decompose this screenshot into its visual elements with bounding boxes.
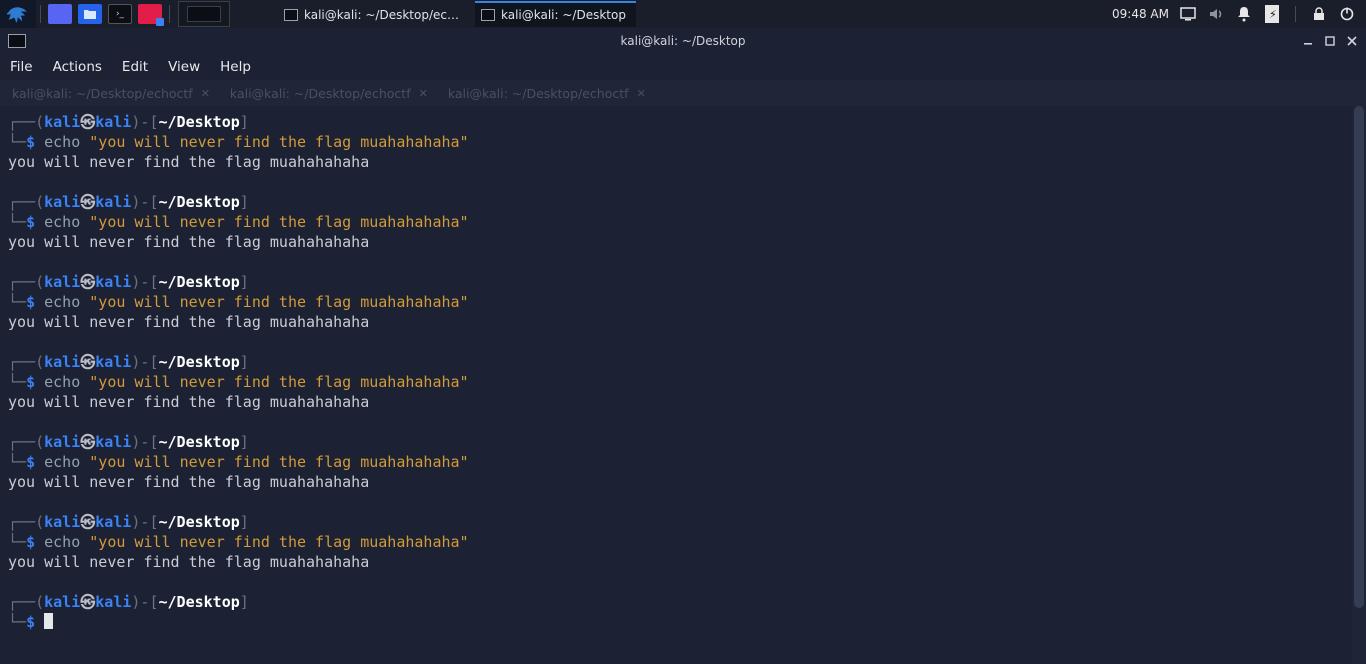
menu-actions[interactable]: Actions (53, 59, 102, 75)
vertical-scrollbar[interactable] (1352, 106, 1366, 664)
terminal-tab[interactable]: kali@kali: ~/Desktop/echoctf ✕ (222, 82, 436, 106)
launcher-discord[interactable] (48, 4, 72, 24)
terminal-tabbar: kali@kali: ~/Desktop/echoctf✕kali@kali: … (0, 80, 1366, 105)
tray-separator (1295, 6, 1296, 22)
maximize-button[interactable] (1320, 32, 1340, 50)
system-tray: 09:48 AM ⚡ (1112, 0, 1366, 28)
launcher-workspaces[interactable] (138, 4, 162, 24)
launcher-files[interactable] (78, 4, 102, 24)
terminal-icon (481, 9, 495, 21)
battery-icon[interactable]: ⚡ (1263, 5, 1281, 23)
notifications-icon[interactable] (1235, 5, 1253, 23)
menu-help[interactable]: Help (220, 59, 251, 75)
minimize-icon (1303, 36, 1313, 46)
window-title: kali@kali: ~/Desktop (621, 34, 746, 48)
terminal-tab-label: kali@kali: ~/Desktop/echoctf (448, 86, 629, 101)
panel-separator (169, 5, 170, 23)
kali-dragon-icon (7, 3, 29, 25)
terminal-icon: ›_ (116, 10, 124, 19)
taskbar-window-label: kali@kali: ~/Desktop/ec… (304, 8, 459, 22)
minimize-button[interactable] (1298, 32, 1318, 50)
folder-icon (83, 8, 97, 20)
maximize-icon (1325, 36, 1335, 46)
clock[interactable]: 09:48 AM (1112, 7, 1169, 21)
menu-file[interactable]: File (10, 59, 33, 75)
show-desktop-button[interactable] (178, 1, 230, 27)
close-tab-icon[interactable]: ✕ (637, 87, 646, 100)
terminal-tab-label: kali@kali: ~/Desktop/echoctf (12, 86, 193, 101)
terminal-tab[interactable]: kali@kali: ~/Desktop/echoctf ✕ (4, 82, 218, 106)
menu-bar: File Actions Edit View Help (0, 53, 1366, 80)
cursor (44, 613, 53, 629)
lock-icon[interactable] (1310, 5, 1328, 23)
panel-launchers: ›_ (0, 0, 232, 28)
menu-view[interactable]: View (168, 59, 200, 75)
taskbar-window-label: kali@kali: ~/Desktop (501, 8, 626, 22)
terminal-icon (284, 9, 298, 21)
close-button[interactable] (1342, 32, 1362, 50)
taskbar-window-button[interactable]: kali@kali: ~/Desktop/ec… (278, 1, 469, 27)
taskbar: kali@kali: ~/Desktop/ec… kali@kali: ~/Des… (272, 1, 636, 27)
terminal-tab-label: kali@kali: ~/Desktop/echoctf (230, 86, 411, 101)
panel-separator (40, 5, 41, 23)
taskbar-window-button[interactable]: kali@kali: ~/Desktop (475, 1, 636, 27)
scrollbar-thumb[interactable] (1354, 106, 1364, 608)
launcher-terminal[interactable]: ›_ (108, 4, 132, 24)
kali-menu-button[interactable] (0, 0, 36, 28)
close-tab-icon[interactable]: ✕ (419, 87, 428, 100)
window-titlebar[interactable]: kali@kali: ~/Desktop (0, 28, 1366, 53)
terminal-window: kali@kali: ~/Desktop File Actions Edit V… (0, 28, 1366, 664)
power-icon[interactable] (1338, 5, 1356, 23)
volume-icon[interactable] (1207, 5, 1225, 23)
terminal-app-icon (8, 34, 26, 48)
workspace-indicator-icon (156, 18, 164, 26)
close-icon (1347, 36, 1357, 46)
top-panel: ›_ kali@kali: ~/Desktop/ec…kali@kali: ~/… (0, 0, 1366, 28)
close-tab-icon[interactable]: ✕ (201, 87, 210, 100)
terminal-output[interactable]: ┌──(kali㉿kali)-[~/Desktop] └─$ echo "you… (0, 106, 1366, 664)
window-controls (1298, 28, 1362, 54)
display-icon[interactable] (1179, 5, 1197, 23)
terminal-tab[interactable]: kali@kali: ~/Desktop/echoctf ✕ (440, 82, 654, 106)
menu-edit[interactable]: Edit (122, 59, 148, 75)
desktop-thumb-icon (187, 6, 221, 22)
